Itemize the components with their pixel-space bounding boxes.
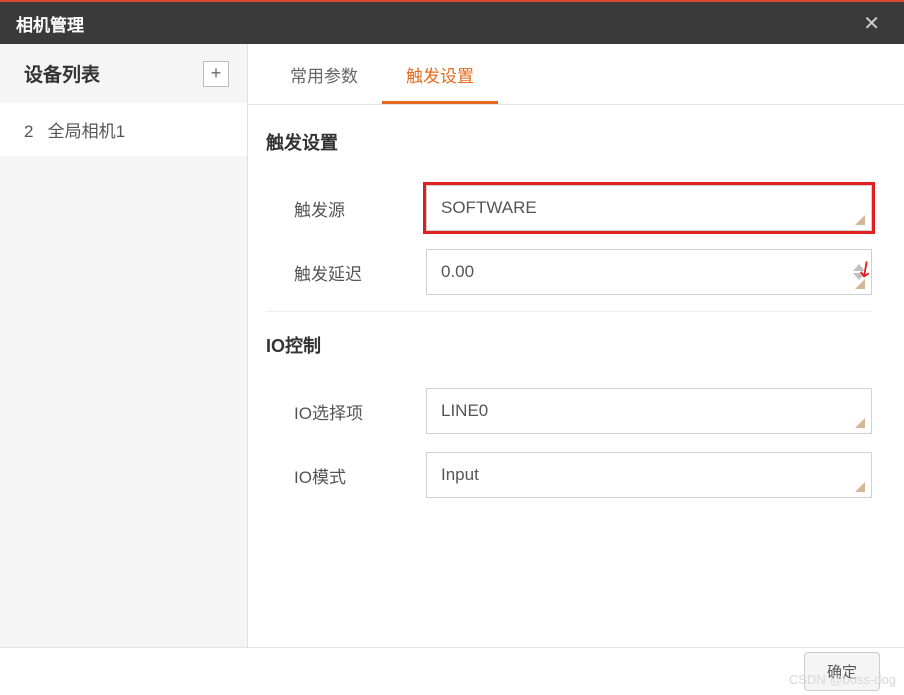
trigger-delay-input[interactable]: 0.00	[426, 249, 872, 295]
trigger-source-label: 触发源	[266, 196, 426, 221]
io-select-dropdown[interactable]: LINE0	[426, 388, 872, 434]
dropdown-icon	[855, 215, 865, 225]
sidebar: 设备列表 + 2 全局相机1	[0, 44, 248, 647]
io-mode-label: IO模式	[266, 463, 426, 488]
trigger-delay-control: 0.00	[426, 249, 872, 295]
io-select-label: IO选择项	[266, 399, 426, 424]
tab-common-params[interactable]: 常用参数	[266, 44, 382, 104]
settings-panel: 触发设置 触发源 SOFTWARE 触发延迟 0.00	[248, 105, 904, 647]
device-index: 2	[24, 122, 33, 141]
trigger-section: 触发设置 触发源 SOFTWARE 触发延迟 0.00	[266, 129, 872, 312]
content-panel: 常用参数 触发设置 触发设置 触发源 SOFTWARE 触发延迟	[248, 44, 904, 647]
io-select-row: IO选择项 LINE0	[266, 388, 872, 434]
dropdown-icon	[855, 418, 865, 428]
io-mode-dropdown[interactable]: Input	[426, 452, 872, 498]
trigger-delay-row: 触发延迟 0.00	[266, 249, 872, 295]
io-mode-row: IO模式 Input	[266, 452, 872, 498]
titlebar: 相机管理 ✕	[0, 0, 904, 44]
sidebar-header: 设备列表 +	[0, 44, 247, 103]
main-area: 设备列表 + 2 全局相机1 常用参数 触发设置 触发设置 触发源 S	[0, 44, 904, 647]
trigger-source-highlight: SOFTWARE	[426, 185, 872, 231]
plus-icon: +	[211, 63, 222, 84]
io-section: IO控制 IO选择项 LINE0 IO模式 Input	[266, 332, 872, 498]
io-select-value: LINE0	[441, 401, 488, 421]
ok-button[interactable]: 确定	[804, 652, 880, 691]
io-mode-control: Input	[426, 452, 872, 498]
add-device-button[interactable]: +	[203, 61, 229, 87]
close-icon[interactable]: ✕	[855, 7, 888, 40]
trigger-source-row: 触发源 SOFTWARE	[266, 185, 872, 231]
trigger-section-title: 触发设置	[266, 129, 872, 167]
trigger-delay-value: 0.00	[441, 262, 474, 282]
trigger-source-select[interactable]: SOFTWARE	[426, 185, 872, 231]
device-list-item[interactable]: 2 全局相机1	[0, 103, 247, 156]
io-mode-value: Input	[441, 465, 479, 485]
device-list-title: 设备列表	[24, 60, 100, 87]
tab-trigger-settings[interactable]: 触发设置	[382, 44, 498, 104]
device-label: 全局相机1	[48, 122, 125, 141]
dropdown-icon	[855, 482, 865, 492]
trigger-source-value: SOFTWARE	[441, 198, 537, 218]
window-title: 相机管理	[16, 11, 84, 36]
tabs: 常用参数 触发设置	[248, 44, 904, 105]
io-select-control: LINE0	[426, 388, 872, 434]
io-section-title: IO控制	[266, 332, 872, 370]
footer: 确定	[0, 647, 904, 695]
trigger-delay-label: 触发延迟	[266, 260, 426, 285]
